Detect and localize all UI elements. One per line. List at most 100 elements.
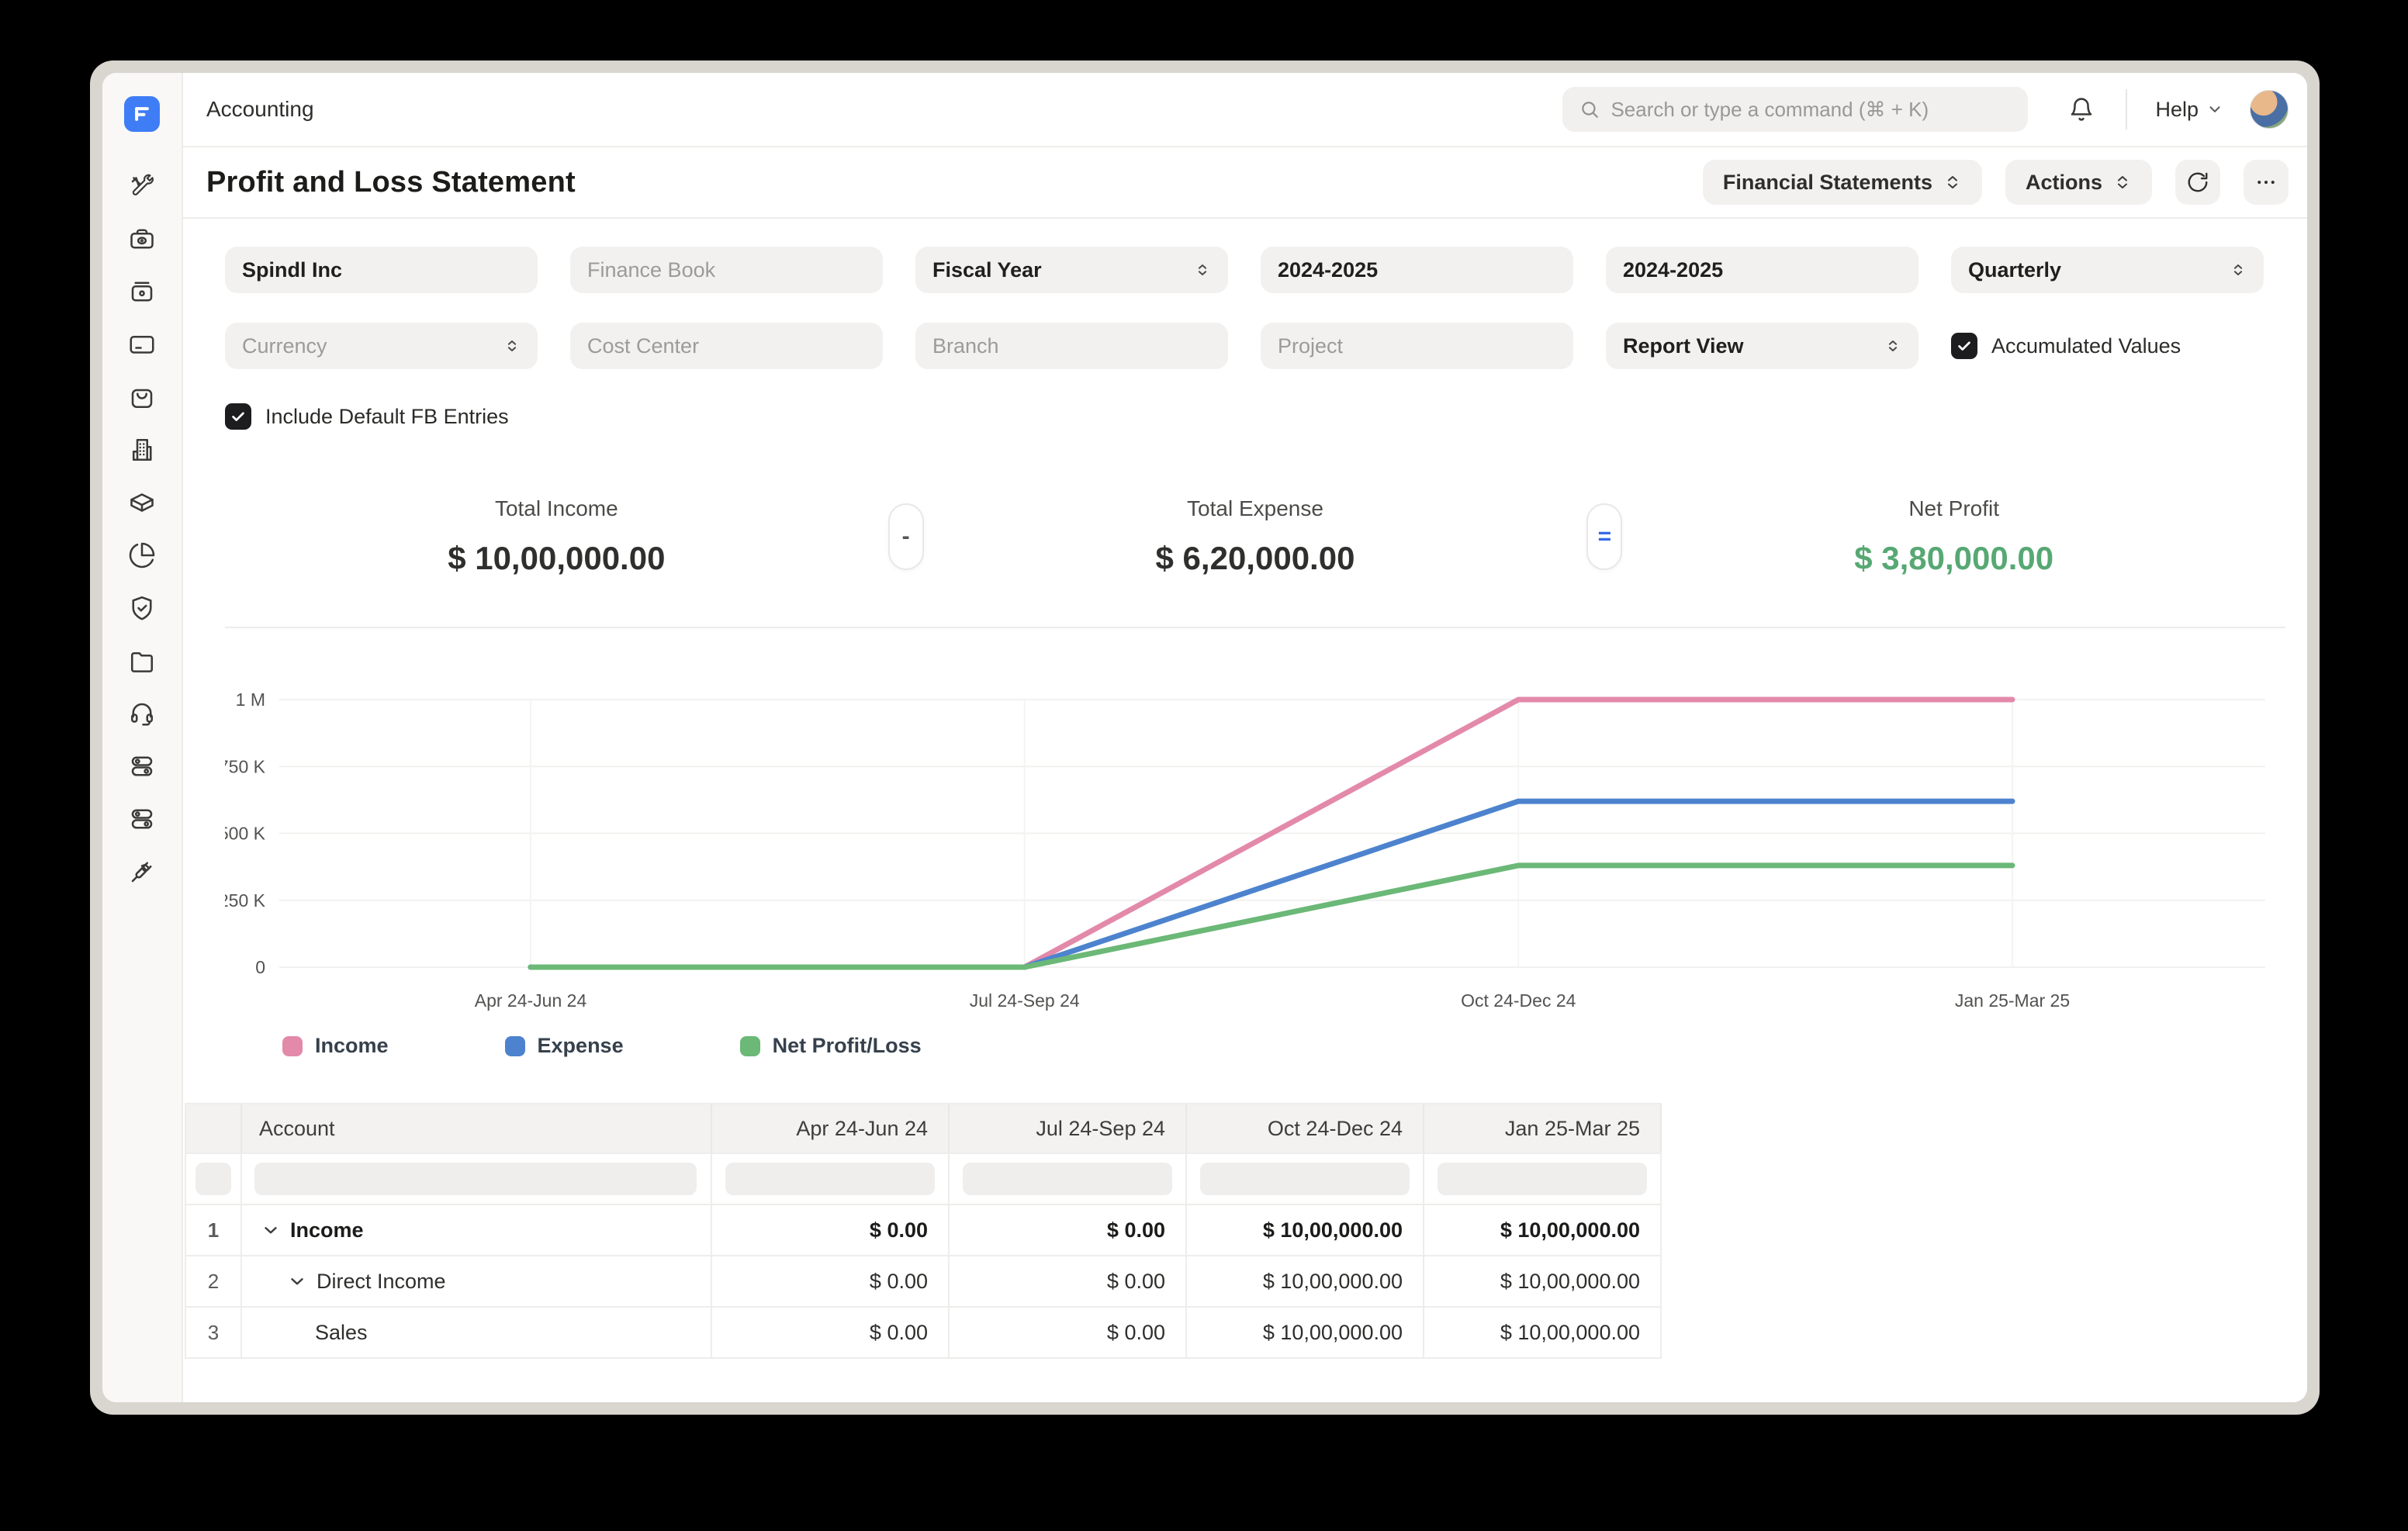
help-menu[interactable]: Help: [2155, 98, 2223, 122]
filter-from-fiscal-year-label: 2024-2025: [1278, 258, 1556, 282]
report-group-label: Financial Statements: [1723, 171, 1932, 195]
column-filter-input[interactable]: [725, 1163, 935, 1195]
filter-from-fiscal-year[interactable]: 2024-2025: [1261, 247, 1573, 293]
headset-icon[interactable]: [128, 700, 156, 727]
search-icon: [1579, 98, 1600, 120]
pie-chart-icon[interactable]: [128, 541, 156, 569]
series-line-net-profit-loss: [531, 866, 2012, 967]
tools-icon[interactable]: [128, 172, 156, 200]
filter-period-basis-label: Fiscal Year: [932, 258, 1194, 282]
column-filter-input[interactable]: [1438, 1163, 1647, 1195]
building-icon[interactable]: [128, 436, 156, 464]
refresh-button[interactable]: [2175, 160, 2220, 205]
account-cell[interactable]: Direct Income: [242, 1256, 712, 1306]
minus-operator: -: [888, 503, 924, 570]
chevrons-up-down-icon: [2113, 173, 2132, 192]
filter-periodicity-label: Quarterly: [1968, 258, 2230, 282]
sidebar: [102, 73, 183, 1402]
report-group-dropdown[interactable]: Financial Statements: [1703, 160, 1982, 205]
y-axis-tick: 250 K: [225, 890, 266, 911]
toggles-icon[interactable]: [128, 752, 156, 780]
global-search[interactable]: [1562, 87, 2028, 132]
net-profit-stat: Net Profit $ 3,80,000.00: [1622, 496, 2285, 577]
x-axis-tick: Oct 24-Dec 24: [1461, 990, 1576, 1011]
package-icon[interactable]: [128, 489, 156, 517]
credit-card-icon[interactable]: [128, 330, 156, 358]
column-filter-input[interactable]: [963, 1163, 1172, 1195]
account-name: Sales: [315, 1321, 368, 1345]
filter-project-label: Project: [1278, 334, 1556, 358]
include-default-fb-checkbox[interactable]: Include Default FB Entries: [225, 403, 2285, 430]
toggles-2-icon[interactable]: [128, 805, 156, 833]
accumulated-values-label: Accumulated Values: [1991, 334, 2181, 358]
filter-finance-book-label: Finance Book: [587, 258, 866, 282]
table-filter-row: [185, 1154, 1662, 1205]
summary-strip: Total Income $ 10,00,000.00 - Total Expe…: [225, 496, 2285, 628]
column-header[interactable]: Oct 24-Dec 24: [1187, 1104, 1424, 1153]
filter-company-label: Spindl Inc: [242, 258, 521, 282]
total-expense-value: $ 6,20,000.00: [924, 540, 1587, 577]
y-axis-tick: 750 K: [225, 756, 266, 776]
include-default-fb-label: Include Default FB Entries: [265, 405, 509, 429]
account-filter-cell: [242, 1154, 712, 1204]
collapse-caret-icon[interactable]: [287, 1271, 307, 1291]
filter-cost-center[interactable]: Cost Center: [570, 323, 883, 369]
chevrons-up-down-icon: [1884, 337, 1901, 354]
user-avatar[interactable]: [2250, 90, 2289, 129]
folder-icon[interactable]: [128, 647, 156, 675]
filter-currency[interactable]: Currency: [225, 323, 538, 369]
series-line-expense: [531, 801, 2012, 967]
filter-to-fiscal-year[interactable]: 2024-2025: [1606, 247, 1918, 293]
accumulated-values-checkbox[interactable]: Accumulated Values: [1951, 333, 2181, 359]
account-name: Income: [290, 1218, 364, 1242]
header-index-cell: [185, 1104, 242, 1153]
refresh-icon: [2186, 171, 2209, 194]
filter-to-fiscal-year-label: 2024-2025: [1623, 258, 1901, 282]
x-axis-tick: Apr 24-Jun 24: [475, 990, 587, 1011]
account-cell[interactable]: Income: [242, 1205, 712, 1255]
table-row-direct-income[interactable]: 2Direct Income$ 0.00$ 0.00$ 10,00,000.00…: [185, 1256, 1662, 1308]
value-filter-cell: [1187, 1154, 1424, 1204]
amount-cell: $ 10,00,000.00: [1187, 1205, 1424, 1255]
page-title: Profit and Loss Statement: [206, 166, 576, 199]
more-options-button[interactable]: [2244, 160, 2289, 205]
account-cell[interactable]: Sales: [242, 1308, 712, 1357]
filter-branch[interactable]: Branch: [915, 323, 1228, 369]
column-filter-input[interactable]: [1200, 1163, 1410, 1195]
column-header[interactable]: Apr 24-Jun 24: [712, 1104, 950, 1153]
chevrons-up-down-icon: [1943, 173, 1962, 192]
plug-icon[interactable]: [128, 858, 156, 886]
table-row-sales[interactable]: 3Sales$ 0.00$ 0.00$ 10,00,000.00$ 10,00,…: [185, 1308, 1662, 1359]
filter-project[interactable]: Project: [1261, 323, 1573, 369]
column-filter-input[interactable]: [254, 1163, 697, 1195]
column-header[interactable]: Jan 25-Mar 25: [1424, 1104, 1662, 1153]
filter-periodicity[interactable]: Quarterly: [1951, 247, 2264, 293]
column-header[interactable]: Account: [242, 1104, 712, 1153]
net-profit-value: $ 3,80,000.00: [1622, 540, 2285, 577]
shopping-bag-icon[interactable]: [128, 383, 156, 411]
table-row-income[interactable]: 1Income$ 0.00$ 0.00$ 10,00,000.00$ 10,00…: [185, 1205, 1662, 1256]
table-header-row: AccountApr 24-Jun 24Jul 24-Sep 24Oct 24-…: [185, 1103, 1662, 1154]
topbar-divider: [2126, 89, 2127, 130]
topbar: Accounting Help: [183, 73, 2307, 147]
legend-item: Net Profit/Loss: [740, 1034, 922, 1058]
cash-icon[interactable]: [128, 225, 156, 253]
actions-dropdown[interactable]: Actions: [2005, 160, 2152, 205]
legend-swatch: [505, 1036, 525, 1056]
filter-report-view[interactable]: Report View: [1606, 323, 1918, 369]
app-logo-icon[interactable]: [124, 96, 160, 132]
cash-drawer-icon[interactable]: [128, 278, 156, 306]
shield-check-icon[interactable]: [128, 594, 156, 622]
total-income-value: $ 10,00,000.00: [225, 540, 888, 577]
value-filter-cell: [712, 1154, 950, 1204]
filter-company[interactable]: Spindl Inc: [225, 247, 538, 293]
column-filter-input[interactable]: [195, 1163, 231, 1195]
value-filter-cell: [1424, 1154, 1662, 1204]
column-header[interactable]: Jul 24-Sep 24: [950, 1104, 1187, 1153]
collapse-caret-icon[interactable]: [261, 1220, 281, 1240]
filter-finance-book[interactable]: Finance Book: [570, 247, 883, 293]
filter-period-basis[interactable]: Fiscal Year: [915, 247, 1228, 293]
notification-bell-icon[interactable]: [2068, 96, 2095, 123]
search-input[interactable]: [1611, 98, 2011, 122]
page-header: Profit and Loss Statement Financial Stat…: [183, 147, 2307, 219]
